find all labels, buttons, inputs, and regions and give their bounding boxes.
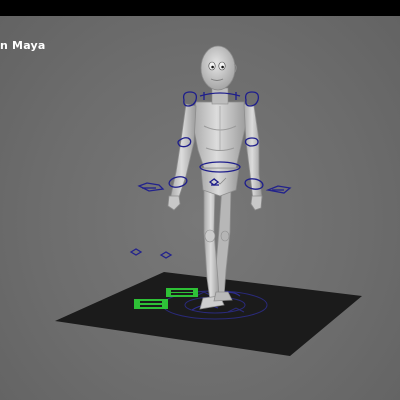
maya-viewport[interactable]: n Maya: [0, 0, 400, 400]
torso[interactable]: [191, 101, 248, 169]
hand-left[interactable]: [167, 195, 181, 211]
hand-right[interactable]: [250, 195, 263, 211]
scene-3d[interactable]: [0, 0, 400, 400]
neck[interactable]: [211, 87, 229, 105]
shoulder-control-right: [244, 91, 260, 107]
head[interactable]: [200, 45, 236, 91]
ik-pole-control-right[interactable]: [159, 251, 173, 259]
foot-control-right[interactable]: [166, 288, 198, 297]
hand-control-left[interactable]: [137, 182, 165, 192]
shoulder-control-left: [182, 91, 198, 107]
hand-control-right[interactable]: [265, 185, 292, 194]
foot-control-left[interactable]: [134, 299, 168, 309]
ik-pole-control-left[interactable]: [129, 248, 143, 256]
